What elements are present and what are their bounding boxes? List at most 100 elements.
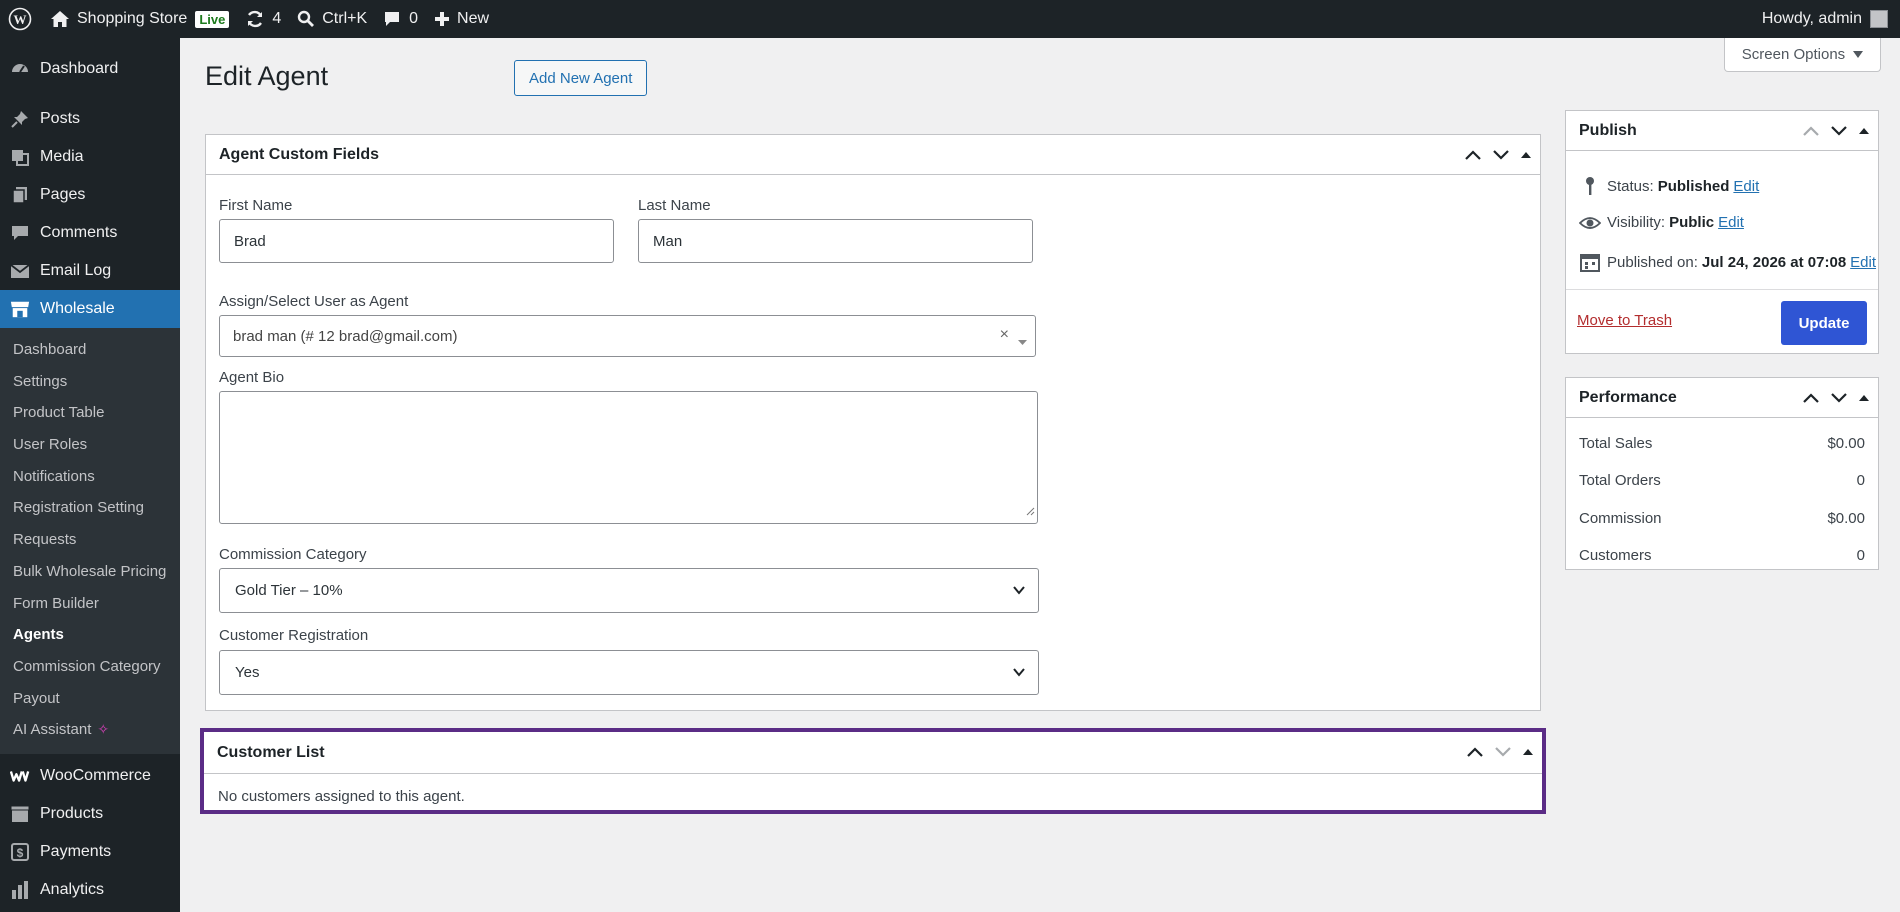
updates-link[interactable]: 4 bbox=[237, 0, 289, 38]
edit-date-link[interactable]: Edit bbox=[1850, 254, 1876, 271]
wordpress-logo-icon[interactable]: W bbox=[0, 0, 42, 38]
calendar-icon bbox=[1579, 252, 1601, 272]
menu-woocommerce[interactable]: WooCommerce bbox=[0, 757, 180, 795]
publish-actions-divider bbox=[1566, 289, 1878, 290]
submenu-user-roles[interactable]: User Roles bbox=[0, 429, 180, 461]
collapse-toggle-icon[interactable] bbox=[1858, 126, 1870, 136]
site-name: Shopping Store bbox=[77, 10, 188, 27]
menu-products[interactable]: Products bbox=[0, 795, 180, 833]
chevron-down-icon[interactable] bbox=[1492, 149, 1510, 161]
add-new-agent-button[interactable]: Add New Agent bbox=[514, 60, 648, 96]
my-account[interactable]: Howdy, admin bbox=[1762, 0, 1888, 38]
menu-email-log[interactable]: Email Log bbox=[0, 252, 180, 290]
chevron-down-icon bbox=[1012, 665, 1026, 683]
edit-status-link[interactable]: Edit bbox=[1733, 178, 1759, 195]
greeting: Howdy, admin bbox=[1761, 10, 1862, 27]
agent-bio-textarea[interactable] bbox=[219, 391, 1038, 524]
page-title: Edit Agent bbox=[205, 61, 329, 91]
move-to-trash-link[interactable]: Move to Trash bbox=[1577, 312, 1672, 330]
home-icon bbox=[50, 10, 70, 28]
status-label: Status: bbox=[1607, 177, 1654, 195]
assign-user-select[interactable]: brad man (# 12 brad@gmail.com) × bbox=[219, 315, 1036, 357]
chevron-down-icon[interactable] bbox=[1494, 746, 1512, 758]
comments-link[interactable]: 0 bbox=[375, 0, 426, 38]
submenu-agents[interactable]: Agents bbox=[0, 619, 180, 651]
box-header: Customer List bbox=[204, 732, 1542, 774]
wholesale-submenu: Dashboard Settings Product Table User Ro… bbox=[0, 328, 180, 754]
chevron-up-icon[interactable] bbox=[1802, 125, 1820, 137]
chevron-down-icon[interactable] bbox=[1830, 392, 1848, 404]
analytics-icon bbox=[10, 880, 30, 900]
new-content-link[interactable]: New bbox=[426, 0, 497, 38]
menu-posts-label: Posts bbox=[40, 110, 81, 127]
avatar bbox=[1870, 10, 1888, 28]
menu-pages[interactable]: Pages bbox=[0, 176, 180, 214]
total-orders-value: 0 bbox=[1856, 472, 1865, 489]
customer-registration-value: Yes bbox=[235, 664, 260, 681]
commission-category-select[interactable]: Gold Tier – 10% bbox=[219, 568, 1039, 613]
submenu-requests[interactable]: Requests bbox=[0, 524, 180, 556]
collapse-toggle-icon[interactable] bbox=[1858, 393, 1870, 403]
customer-registration-select[interactable]: Yes bbox=[219, 650, 1039, 695]
plus-icon bbox=[434, 11, 450, 27]
clear-selection-icon[interactable]: × bbox=[1000, 326, 1009, 344]
submenu-ai-assistant[interactable]: AI Assistant ✧ bbox=[0, 714, 180, 746]
menu-analytics-label: Analytics bbox=[40, 880, 105, 898]
submenu-payout[interactable]: Payout bbox=[0, 683, 180, 715]
update-button[interactable]: Update bbox=[1781, 301, 1867, 345]
submenu-commission-category[interactable]: Commission Category bbox=[0, 651, 180, 683]
products-icon bbox=[10, 804, 30, 824]
menu-comments-label: Comments bbox=[40, 224, 118, 241]
live-badge: Live bbox=[195, 10, 230, 28]
chevron-down-icon[interactable] bbox=[1830, 125, 1848, 137]
submenu-product-table[interactable]: Product Table bbox=[0, 397, 180, 429]
empty-customers-text: No customers assigned to this agent. bbox=[218, 788, 465, 805]
first-name-label: First Name bbox=[219, 197, 293, 214]
comment-icon bbox=[383, 10, 401, 28]
admin-bar: W Shopping Store Live 4 Ctrl+K 0 New How… bbox=[0, 0, 1900, 38]
dropdown-arrow-icon[interactable] bbox=[1018, 333, 1027, 350]
new-label: New bbox=[457, 10, 490, 27]
edit-visibility-link[interactable]: Edit bbox=[1718, 214, 1744, 231]
commission-category-value: Gold Tier – 10% bbox=[235, 582, 343, 599]
submenu-registration-setting[interactable]: Registration Setting bbox=[0, 492, 180, 524]
chevron-up-icon[interactable] bbox=[1466, 746, 1484, 758]
key-icon bbox=[1579, 176, 1601, 196]
box-header: Publish bbox=[1566, 111, 1878, 151]
screen-options-button[interactable]: Screen Options bbox=[1724, 38, 1881, 72]
collapse-toggle-icon[interactable] bbox=[1520, 150, 1532, 160]
box-title: Customer List bbox=[217, 743, 325, 761]
last-name-label: Last Name bbox=[638, 197, 711, 214]
menu-dashboard[interactable]: Dashboard bbox=[0, 50, 180, 88]
collapse-toggle-icon[interactable] bbox=[1522, 747, 1534, 757]
menu-payments[interactable]: $ Payments bbox=[0, 833, 180, 871]
caret-down-icon bbox=[1853, 46, 1864, 63]
pin-icon bbox=[10, 109, 30, 129]
submenu-settings[interactable]: Settings bbox=[0, 366, 180, 398]
total-sales-row: Total Sales $0.00 bbox=[1579, 435, 1865, 452]
chevron-up-icon[interactable] bbox=[1802, 392, 1820, 404]
submenu-bulk-wholesale-pricing[interactable]: Bulk Wholesale Pricing bbox=[0, 556, 180, 588]
chevron-up-icon[interactable] bbox=[1464, 149, 1482, 161]
commission-category-label: Commission Category bbox=[219, 546, 367, 563]
menu-analytics[interactable]: Analytics bbox=[0, 871, 180, 909]
customer-registration-label: Customer Registration bbox=[219, 627, 369, 644]
updates-icon bbox=[245, 9, 265, 29]
resize-handle-icon[interactable] bbox=[1025, 503, 1035, 521]
menu-dashboard-label: Dashboard bbox=[40, 60, 119, 77]
search-shortcut[interactable]: Ctrl+K bbox=[289, 0, 375, 38]
main-content: Screen Options Edit Agent Add New Agent … bbox=[180, 38, 1900, 912]
menu-media[interactable]: Media bbox=[0, 138, 180, 176]
menu-wholesale[interactable]: Wholesale bbox=[0, 290, 180, 328]
box-title: Publish bbox=[1579, 121, 1637, 139]
submenu-notifications[interactable]: Notifications bbox=[0, 461, 180, 493]
first-name-input[interactable]: Brad bbox=[219, 219, 614, 263]
submenu-form-builder[interactable]: Form Builder bbox=[0, 588, 180, 620]
customers-label: Customers bbox=[1579, 547, 1652, 564]
menu-comments[interactable]: Comments bbox=[0, 214, 180, 252]
submenu-dashboard[interactable]: Dashboard bbox=[0, 334, 180, 366]
menu-posts[interactable]: Posts bbox=[0, 100, 180, 138]
site-name-link[interactable]: Shopping Store Live bbox=[42, 0, 237, 38]
last-name-input[interactable]: Man bbox=[638, 219, 1033, 263]
assign-user-value: brad man (# 12 brad@gmail.com) bbox=[233, 327, 458, 345]
